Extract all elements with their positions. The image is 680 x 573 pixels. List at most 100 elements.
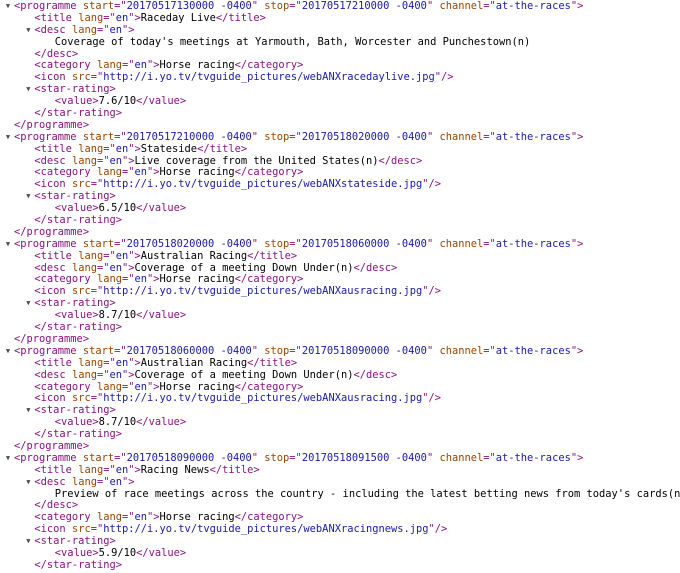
xml-tag-token: </title>: [247, 249, 298, 262]
attribute-name: src: [71, 392, 91, 405]
collapse-toggle-icon[interactable]: ▼: [3, 346, 13, 358]
attribute-value: 20170517210000 -0400: [301, 0, 427, 12]
xml-tag-token: </star-rating>: [34, 107, 122, 120]
xml-tag-token: ": [426, 237, 440, 250]
xml-tag-token: </programme>: [14, 225, 90, 238]
attribute-name: start: [82, 0, 115, 12]
xml-tag-token: ">: [147, 511, 160, 524]
attribute-name: lang: [96, 511, 122, 524]
xml-tag-token: <value>: [54, 95, 99, 108]
collapse-toggle-icon[interactable]: ▼: [3, 239, 13, 251]
xml-line: </star-rating>: [0, 428, 680, 441]
xml-tag-token: </star-rating>: [34, 321, 122, 334]
xml-line: Coverage of today's meetings at Yarmouth…: [0, 36, 680, 49]
attribute-value: en: [109, 475, 122, 488]
attribute-value: en: [109, 154, 122, 167]
attribute-value: 20170518091500 -0400: [301, 451, 427, 464]
xml-tag-token: </desc>: [378, 154, 423, 167]
xml-tag-token: </category>: [234, 166, 304, 179]
attribute-name: start: [82, 237, 115, 250]
collapse-toggle-icon[interactable]: ▼: [23, 477, 33, 489]
xml-tag-token: =": [96, 261, 110, 274]
text-content: 7.6/10: [98, 95, 137, 108]
xml-tag-token: =": [114, 237, 127, 250]
collapse-toggle-icon[interactable]: ▼: [23, 84, 33, 96]
xml-tag-token: =": [289, 130, 302, 143]
xml-tag-token: ">: [570, 237, 584, 250]
attribute-name: channel: [439, 0, 484, 12]
xml-tag-token: </desc>: [353, 368, 398, 381]
xml-line: </star-rating>: [0, 321, 680, 334]
xml-tag-token: <star-rating>: [34, 535, 116, 548]
xml-tag-token: <category: [34, 59, 97, 72]
text-content: Horse racing: [159, 380, 235, 393]
xml-tag-token: ">: [122, 23, 135, 36]
collapse-toggle-icon[interactable]: ▼: [3, 132, 13, 144]
xml-tag-token: </title>: [247, 356, 298, 369]
xml-tag-token: <programme: [14, 451, 83, 464]
xml-tag-token: <title: [34, 249, 79, 262]
xml-tag-token: <desc: [34, 261, 72, 274]
xml-tag-token: =": [96, 154, 110, 167]
attribute-name: lang: [96, 59, 122, 72]
xml-tag-token: ": [426, 344, 440, 357]
collapse-toggle-icon[interactable]: ▼: [3, 453, 13, 465]
xml-tag-token: <desc: [34, 368, 72, 381]
xml-tag-token: ": [251, 0, 265, 12]
attribute-name: lang: [78, 463, 104, 476]
xml-line: Preview of race meetings across the coun…: [0, 488, 680, 501]
xml-tag-token: <title: [34, 356, 79, 369]
attribute-value: en: [115, 249, 129, 262]
attribute-name: lang: [78, 142, 104, 155]
xml-tag-token: ">: [128, 463, 141, 476]
xml-tag-token: <category: [34, 511, 97, 524]
text-content: Horse racing: [159, 273, 235, 286]
xml-tag-token: <icon: [34, 523, 72, 536]
xml-tag-token: <programme: [14, 130, 83, 143]
text-content: Australian Racing: [140, 249, 248, 262]
xml-tag-token: </value>: [136, 416, 187, 429]
xml-tag-token: </value>: [136, 309, 187, 322]
attribute-value: en: [134, 273, 148, 286]
xml-tag-token: </programme>: [14, 118, 90, 131]
xml-tag-token: ">: [570, 344, 584, 357]
xml-line: </star-rating>: [0, 559, 680, 572]
collapse-toggle-icon[interactable]: ▼: [23, 191, 33, 203]
xml-tag-token: ": [251, 237, 265, 250]
attribute-name: stop: [264, 344, 290, 357]
xml-tag-token: <title: [34, 463, 79, 476]
xml-tag-token: ">: [570, 451, 584, 464]
collapse-toggle-icon[interactable]: ▼: [3, 1, 13, 13]
xml-tag-token: <desc: [34, 23, 72, 36]
xml-tag-token: =": [90, 285, 104, 298]
collapse-toggle-icon[interactable]: ▼: [23, 25, 33, 37]
xml-tag-token: <programme: [14, 344, 83, 357]
collapse-toggle-icon[interactable]: ▼: [23, 405, 33, 417]
xml-tag-token: ">: [147, 380, 160, 393]
attribute-name: stop: [264, 0, 290, 12]
attribute-value: en: [115, 463, 129, 476]
attribute-value: 20170517210000 -0400: [126, 130, 252, 143]
attribute-name: src: [71, 71, 91, 84]
xml-tag-token: =": [114, 344, 127, 357]
xml-tag-token: ": [251, 130, 265, 143]
xml-tag-token: =": [121, 59, 135, 72]
xml-tag-token: ">: [128, 356, 141, 369]
xml-tag-token: =": [90, 392, 104, 405]
xml-tag-token: =": [121, 511, 135, 524]
xml-tag-token: <star-rating>: [34, 190, 116, 203]
xml-tag-token: </value>: [136, 202, 187, 215]
attribute-name: stop: [264, 237, 290, 250]
xml-tag-token: =": [114, 130, 127, 143]
xml-tag-token: ">: [122, 368, 135, 381]
collapse-toggle-icon[interactable]: ▼: [23, 298, 33, 310]
xml-tag-token: <desc: [34, 154, 72, 167]
attribute-value: en: [109, 261, 122, 274]
text-content: Raceday Live: [140, 11, 216, 24]
xml-tag-token: "/>: [422, 178, 442, 191]
attribute-value: en: [134, 380, 148, 393]
xml-tag-token: =": [90, 178, 104, 191]
collapse-toggle-icon[interactable]: ▼: [23, 536, 33, 548]
attribute-name: src: [71, 285, 91, 298]
xml-tag-token: ": [426, 451, 440, 464]
